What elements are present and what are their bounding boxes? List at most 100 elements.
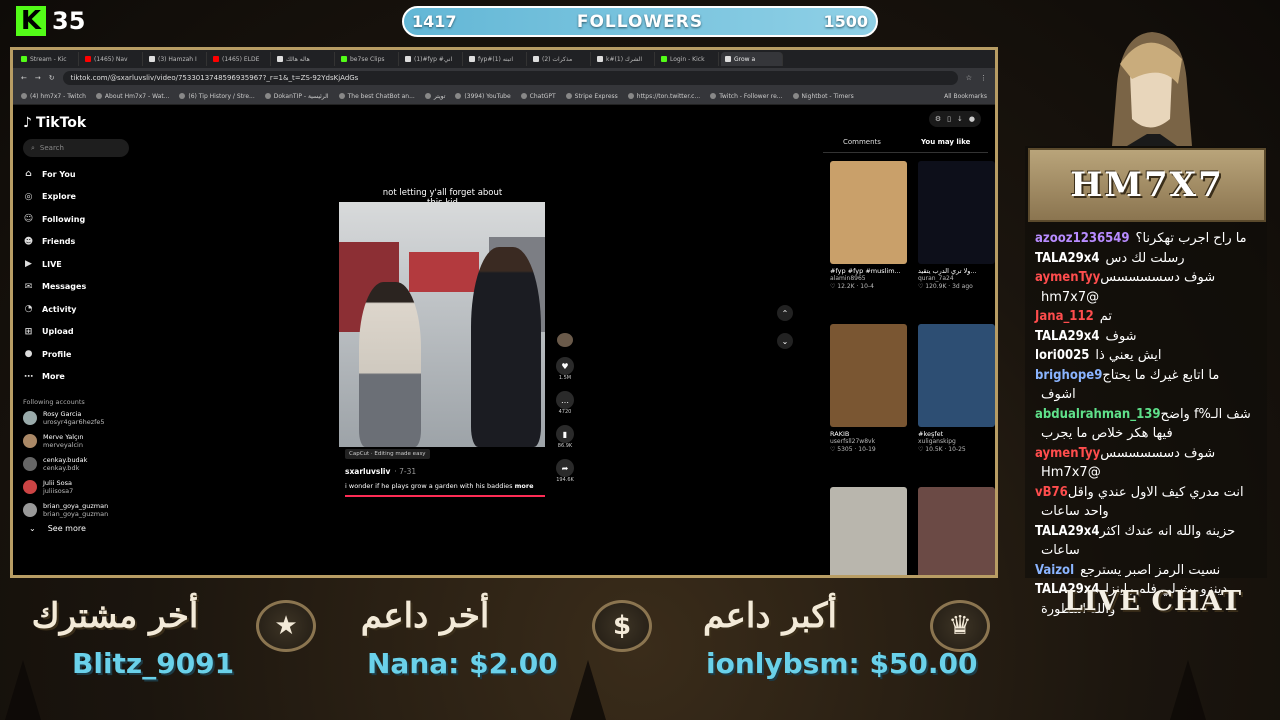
chevron-up-icon[interactable]: ⌃ <box>777 305 793 321</box>
following-account[interactable]: Merve Yalçın merveyalcin <box>23 429 143 452</box>
reload-icon[interactable]: ↻ <box>49 74 55 82</box>
recommendation-card[interactable]: #fyp #fyp #muslim... alamin8965 ♡ 12.2K · … <box>830 161 907 291</box>
browser-tab[interactable]: Stream - Kic <box>17 52 79 66</box>
following-account[interactable]: Julii Sosa juliisosa7 <box>23 475 143 498</box>
see-more-link[interactable]: ⌄ See more <box>29 521 143 535</box>
browser-tab[interactable]: k#الشرك (1) <box>593 52 655 66</box>
chat-username[interactable]: lori0025 <box>1035 348 1089 363</box>
chat-username[interactable]: abdualrahman_139 <box>1035 407 1161 422</box>
video-thumbnail[interactable] <box>830 324 907 427</box>
sidebar-item-upload[interactable]: ⊞ Upload <box>23 321 143 344</box>
tab-you-may-like[interactable]: You may like <box>921 138 970 146</box>
settings-icon[interactable]: ⚙ <box>935 115 941 123</box>
bookmark-item[interactable]: Twitch - Follower re... <box>710 93 783 100</box>
bookmark-item[interactable]: تويتر <box>424 93 445 100</box>
chat-username[interactable]: aymenTyy <box>1035 270 1100 285</box>
profile-avatar-icon[interactable]: ● <box>969 115 975 123</box>
more-link[interactable]: more <box>515 482 534 490</box>
browser-tab[interactable]: (1465) ELDE <box>209 52 271 66</box>
video-thumbnail[interactable] <box>918 324 995 427</box>
recommendation-card[interactable] <box>918 487 995 575</box>
creator-avatar[interactable] <box>557 333 573 347</box>
sidebar-item-live[interactable]: ▶ LIVE <box>23 253 143 276</box>
sidebar-item-for-you[interactable]: ⌂ For You <box>23 163 143 186</box>
bookmark-item[interactable]: (3994) YouTube <box>455 93 511 100</box>
video-thumbnail[interactable] <box>918 487 995 575</box>
browser-tab[interactable]: be7se Clips <box>337 52 399 66</box>
like-icon[interactable]: ♥ <box>556 357 574 375</box>
browser-tab[interactable]: fyp#(1) اتبنه <box>465 52 527 66</box>
bookmark-item[interactable]: Stripe Express <box>565 93 618 100</box>
chevron-down-icon[interactable]: ⌄ <box>777 333 793 349</box>
bookmark-icon[interactable]: ▮ <box>556 425 574 443</box>
chat-message: TALA29x4 رسلت لك دس <box>1035 249 1255 269</box>
browser-tab[interactable]: Grow a <box>721 52 783 66</box>
bookmark-label: The best ChatBot an... <box>347 92 415 100</box>
bookmark-item[interactable]: Nightbot - Timers <box>792 93 854 100</box>
tab-comments[interactable]: Comments <box>843 138 881 146</box>
chat-username[interactable]: TALA29x4 <box>1035 524 1099 539</box>
video-thumbnail[interactable] <box>830 487 907 575</box>
bookmark-item[interactable]: ChatGPT <box>520 93 556 100</box>
sidebar-item-following[interactable]: ☺ Following <box>23 208 143 231</box>
bookmark-star-icon[interactable]: ☆ <box>966 74 972 82</box>
comment-icon[interactable]: … <box>556 391 574 409</box>
recommendation-card[interactable]: ولا تري الدرب يتقيد... quran_7a24 ♡ 120.9K… <box>918 161 995 291</box>
sidebar-item-more[interactable]: ⋯ More <box>23 366 143 389</box>
sidebar-item-friends[interactable]: ☻ Friends <box>23 231 143 254</box>
sidebar-item-label: Explore <box>42 192 76 202</box>
chat-username[interactable]: vB76 <box>1035 485 1068 500</box>
recommendation-card[interactable] <box>830 487 907 575</box>
sidebar-item-explore[interactable]: ◎ Explore <box>23 186 143 209</box>
bookmark-item[interactable]: (6) Tip History / Stre... <box>179 93 255 100</box>
video-username[interactable]: sxarluvsliv · 7-31 <box>345 467 545 476</box>
chat-username[interactable]: Vaizol <box>1035 563 1074 578</box>
recommendation-card[interactable]: #keşfet xuliganskipg ♡ 10.5K · 10-25 <box>918 324 995 454</box>
back-icon[interactable]: ← <box>21 74 27 82</box>
share-icon[interactable]: ➦ <box>556 459 574 477</box>
video-player[interactable] <box>339 202 545 447</box>
browser-tab[interactable]: (3) Hamzah I <box>145 52 207 66</box>
bookmark-item[interactable]: About Hm7x7 - Wat... <box>95 93 169 100</box>
chat-username[interactable]: aymenTyy <box>1035 446 1100 461</box>
browser-tab[interactable]: (1465) Nav <box>81 52 143 66</box>
following-account[interactable]: Rosy Garcia urosyr4gar6hezfe5 <box>23 406 143 429</box>
bookmark-item[interactable]: https://ton.twitter.c... <box>627 93 700 100</box>
browser-tab[interactable]: Login - Kick <box>657 52 719 66</box>
card-author: quran_7a24 <box>918 275 954 282</box>
chat-username[interactable]: TALA29x4 <box>1035 251 1099 266</box>
download-icon[interactable]: ↓ <box>957 115 963 123</box>
following-account[interactable]: cenkay.budak cenkay.bdk <box>23 452 143 475</box>
tab-favicon-icon <box>213 56 219 62</box>
chat-username[interactable]: TALA29x4 <box>1035 329 1099 344</box>
capcut-badge[interactable]: CapCut · Editing made easy <box>345 449 430 459</box>
mobile-icon[interactable]: ▯ <box>947 115 951 123</box>
chat-username[interactable]: brighope9 <box>1035 368 1102 383</box>
search-input[interactable]: ⌕ Search <box>23 139 129 157</box>
browser-tab[interactable]: (2) مذكرات <box>529 52 591 66</box>
sidebar-item-profile[interactable]: ● Profile <box>23 343 143 366</box>
tiktok-logo[interactable]: ♪ TikTok <box>23 115 143 131</box>
bookmark-item[interactable]: The best ChatBot an... <box>338 92 415 100</box>
sidebar-item-messages[interactable]: ✉ Messages <box>23 276 143 299</box>
sidebar-item-activity[interactable]: ◔ Activity <box>23 298 143 321</box>
forward-icon[interactable]: → <box>35 74 41 82</box>
all-bookmarks[interactable]: All Bookmarks <box>944 93 987 100</box>
following-account[interactable]: brian_goya_guzman brian_goya_guzman <box>23 498 143 521</box>
browser-tab[interactable]: (1)#fyp #اني <box>401 52 463 66</box>
chat-username[interactable]: Jana_112 <box>1035 309 1094 324</box>
account-text: cenkay.budak cenkay.bdk <box>43 456 87 472</box>
browser-tab[interactable]: هاله هالك <box>273 52 335 66</box>
url-input[interactable]: tiktok.com/@sxarluvsliv/video/7533013748… <box>62 71 958 85</box>
tab-title: (1)#fyp #اني <box>414 55 453 63</box>
video-thumbnail[interactable] <box>918 161 995 264</box>
chat-message: brighope9ما اتابع غيرك ما يحتاج اشوف <box>1035 366 1255 405</box>
chat-username[interactable]: azooz1236549 <box>1035 231 1130 246</box>
bookmark-item[interactable]: (4) hm7x7 - Twitch <box>21 93 86 100</box>
video-thumbnail[interactable] <box>830 161 907 264</box>
bookmark-item[interactable]: DokanTIP - الرئيسية <box>264 93 329 100</box>
card-author: alamin8965 <box>830 275 866 282</box>
extensions-icon[interactable]: ⋮ <box>980 74 987 82</box>
recommendation-card[interactable]: RAKIB userfsll27w8vk ♡ 5305 · 10-19 <box>830 324 907 454</box>
video-progress-bar[interactable] <box>345 495 545 497</box>
